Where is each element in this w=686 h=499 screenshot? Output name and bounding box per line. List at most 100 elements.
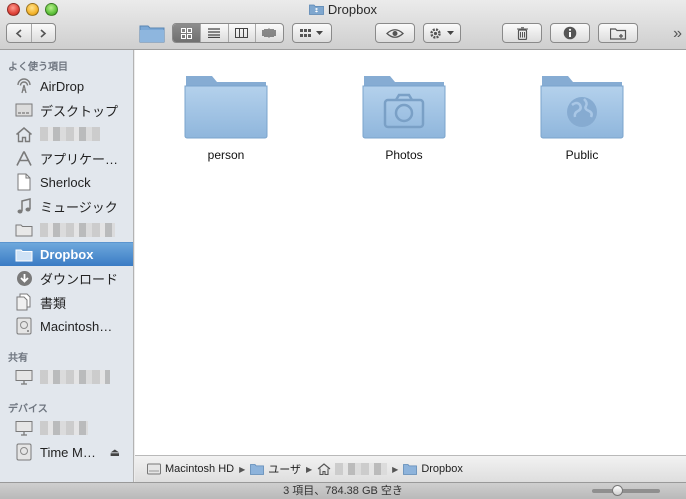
sidebar-item-applications[interactable]: アプリケー… — [0, 146, 133, 170]
folder-icon — [14, 220, 34, 240]
computer-icon — [14, 418, 34, 438]
sidebar-item-device-computer[interactable] — [0, 416, 133, 440]
path-item-users[interactable]: ユーザ — [250, 461, 301, 477]
back-button[interactable] — [7, 24, 32, 42]
window-title: Dropbox — [0, 2, 686, 17]
folder-label: Public — [565, 148, 599, 162]
new-folder-button[interactable] — [598, 23, 638, 43]
dropbox-folder-icon — [309, 4, 324, 15]
path-item-home[interactable] — [317, 463, 388, 475]
home-icon — [14, 124, 34, 144]
applications-icon — [14, 148, 34, 168]
path-separator-icon: ▶ — [239, 464, 246, 474]
documents-icon — [14, 292, 34, 312]
path-item-macintosh-hd[interactable]: Macintosh HD — [147, 463, 234, 475]
chevron-down-icon — [447, 31, 454, 35]
path-bar: Macintosh HD ▶ ユーザ ▶ ▶ Dropbox — [135, 455, 686, 482]
sidebar-item-time-machine[interactable]: Time M… ⏏ — [0, 440, 133, 464]
desktop-icon — [14, 100, 34, 120]
chevron-down-icon — [316, 31, 323, 35]
sidebar-item-label: 書類 — [40, 295, 67, 311]
delete-button[interactable] — [502, 23, 542, 43]
downloads-icon — [14, 268, 34, 288]
sidebar-item-dropbox[interactable]: Dropbox — [0, 242, 133, 266]
sidebar-item-documents[interactable]: 書類 — [0, 290, 133, 314]
finder-window: Dropbox » よく使う項目 AirDrop デスクトップ アプリケー… S… — [0, 0, 686, 499]
arrange-icon — [300, 28, 311, 37]
back-forward-group — [6, 23, 56, 43]
sidebar-item-label: デスクトップ — [40, 103, 119, 119]
sidebar-item-shared-computer[interactable] — [0, 365, 133, 389]
trash-icon — [516, 26, 528, 40]
arrange-button[interactable] — [292, 23, 332, 43]
sidebar-item-macintosh-hd[interactable]: Macintosh… — [0, 314, 133, 338]
dropbox-folder-icon — [14, 245, 34, 265]
folder-label: Photos — [385, 148, 423, 162]
folder-icon[interactable] — [139, 23, 165, 48]
sidebar: よく使う項目 AirDrop デスクトップ アプリケー… Sherlock ミュ… — [0, 50, 134, 482]
chevron-left-icon — [15, 28, 22, 38]
sidebar-item-downloads[interactable]: ダウンロード — [0, 266, 133, 290]
redacted-name — [335, 463, 388, 475]
action-button[interactable] — [423, 23, 461, 43]
sidebar-item-label: アプリケー… — [40, 151, 119, 167]
sidebar-section-shared: 共有 — [8, 353, 28, 364]
sidebar-item-folder[interactable] — [0, 218, 133, 242]
coverflow-icon — [262, 28, 276, 38]
get-info-button[interactable] — [550, 23, 590, 43]
icon-size-slider[interactable] — [592, 485, 660, 496]
coverflow-view-button[interactable] — [256, 24, 283, 42]
redacted-name — [40, 370, 110, 384]
status-bar: 3 項目、784.38 GB 空き — [0, 482, 686, 499]
sidebar-item-label: Macintosh… — [40, 318, 113, 334]
chevron-right-icon — [40, 28, 47, 38]
photos-folder-icon — [362, 76, 446, 139]
sidebar-item-label: ダウンロード — [40, 271, 119, 287]
toolbar-overflow-icon[interactable]: » — [673, 25, 682, 43]
hard-drive-icon — [147, 463, 161, 475]
sidebar-item-label: Sherlock — [40, 174, 91, 190]
status-text: 3 項目、784.38 GB 空き — [283, 485, 403, 497]
forward-button[interactable] — [32, 24, 56, 42]
eye-icon — [386, 28, 404, 38]
folder-icon — [250, 464, 265, 475]
sidebar-item-airdrop[interactable]: AirDrop — [0, 74, 133, 98]
list-icon — [208, 28, 221, 38]
folder-icon — [184, 76, 268, 139]
column-view-button[interactable] — [229, 24, 257, 42]
folder-label: person — [207, 148, 245, 162]
sidebar-item-label: ミュージック — [40, 199, 118, 215]
redacted-name — [40, 421, 88, 435]
music-icon — [14, 196, 34, 216]
dropbox-folder-icon — [403, 464, 418, 475]
sidebar-item-label: Dropbox — [40, 247, 94, 262]
hard-drive-icon — [14, 316, 34, 336]
sidebar-item-sherlock[interactable]: Sherlock — [0, 170, 133, 194]
quick-look-button[interactable] — [375, 23, 415, 43]
computer-icon — [14, 367, 34, 387]
path-item-label: ユーザ — [268, 464, 302, 476]
redacted-name — [40, 223, 115, 237]
airdrop-icon — [14, 76, 34, 96]
redacted-name — [40, 127, 100, 141]
folder-item-public[interactable]: Public — [522, 72, 642, 162]
folder-item-photos[interactable]: Photos — [344, 72, 464, 162]
toolbar: Dropbox » — [0, 0, 686, 50]
slider-knob[interactable] — [612, 485, 623, 496]
path-item-label: Dropbox — [421, 463, 463, 475]
document-icon — [14, 172, 34, 192]
list-view-button[interactable] — [201, 24, 229, 42]
info-icon — [563, 26, 577, 40]
path-item-dropbox[interactable]: Dropbox — [403, 463, 463, 475]
folder-item-person[interactable]: person — [166, 72, 286, 162]
sidebar-item-music[interactable]: ミュージック — [0, 194, 133, 218]
eject-icon[interactable]: ⏏ — [110, 446, 120, 459]
file-icon-view: person Photos Public — [135, 50, 686, 455]
path-separator-icon: ▶ — [306, 464, 313, 474]
new-folder-icon — [609, 27, 626, 40]
icon-view-button[interactable] — [173, 24, 201, 42]
path-item-label: Macintosh HD — [165, 463, 235, 475]
sidebar-item-home[interactable] — [0, 122, 133, 146]
sidebar-item-desktop[interactable]: デスクトップ — [0, 98, 133, 122]
sidebar-item-label: Time M… — [40, 444, 96, 460]
